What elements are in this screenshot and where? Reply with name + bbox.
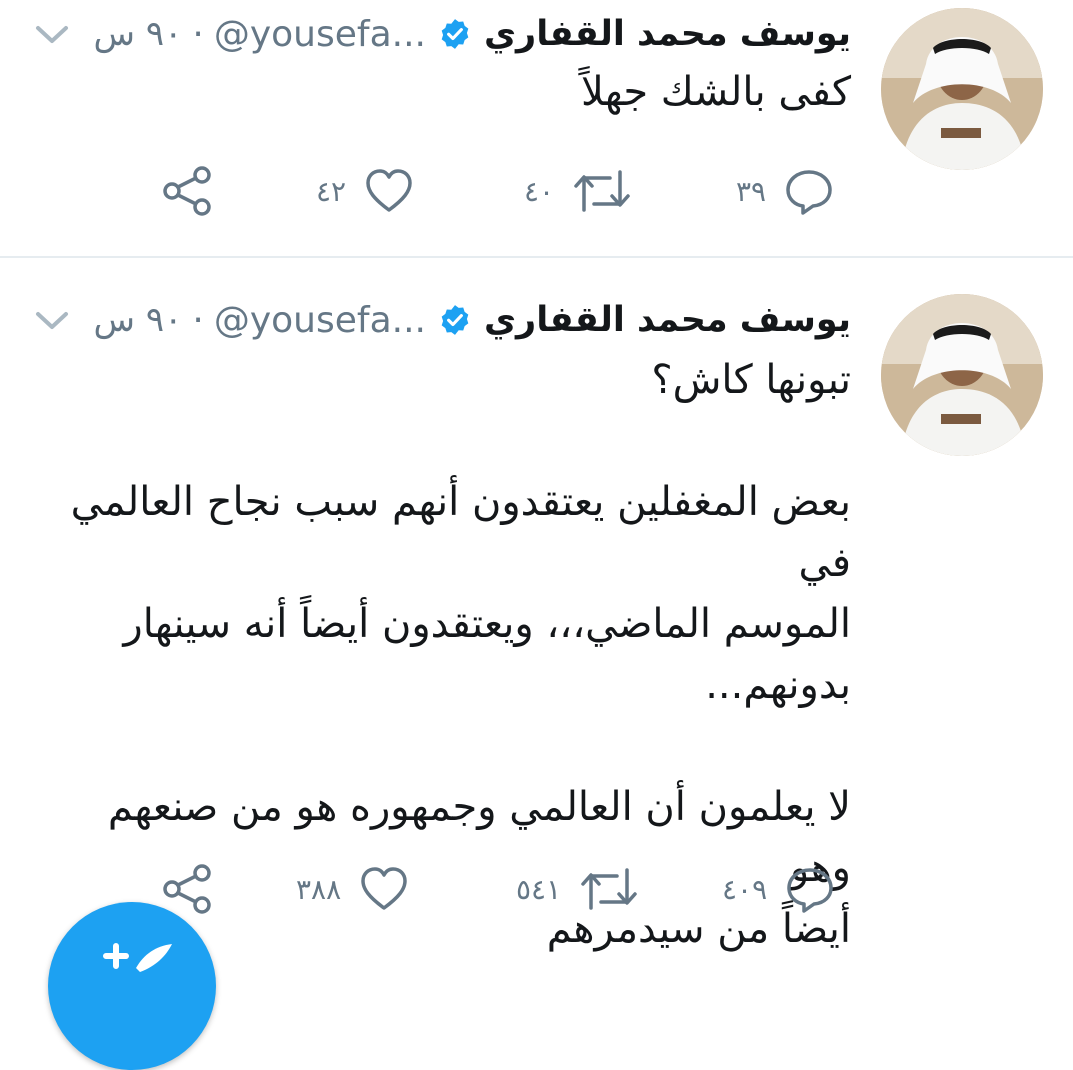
separator-dot: ·: [192, 13, 204, 55]
chevron-down-icon[interactable]: [34, 22, 70, 46]
tweet-text-line: بدونهم...: [705, 662, 851, 708]
tweet-time[interactable]: ٩٠ س: [94, 300, 183, 340]
tweet-text-line: كفى بالشك جهلاً: [581, 69, 851, 115]
reply-icon: [787, 868, 833, 913]
avatar-photo: [881, 294, 1043, 456]
compose-tweet-button[interactable]: [48, 902, 216, 1070]
tweet-actions: ٣٩ ٤٠ ٤٢: [0, 166, 1073, 226]
tweet-text-line: الموسم الماضي،،، ويعتقدون أيضاً أنه سينه…: [123, 601, 851, 647]
tweet[interactable]: يوسف محمد القفاري @yousefa... · ٩٠ س كفى…: [0, 0, 1073, 258]
author-handle[interactable]: @yousefa...: [214, 14, 426, 55]
reply-icon: [786, 170, 832, 215]
compose-tweet-icon: [103, 943, 172, 972]
tweet-text-line: بعض المغفلين يعتقدون أنهم سبب نجاح العال…: [70, 479, 851, 586]
retweet-count: ٥٤١: [516, 872, 562, 906]
chevron-down-icon[interactable]: [34, 308, 70, 332]
tweet[interactable]: يوسف محمد القفاري @yousefa... · ٩٠ س تبو…: [0, 258, 1073, 961]
avatar[interactable]: [881, 8, 1043, 170]
reply-button[interactable]: ٣٩: [736, 166, 834, 216]
author-name[interactable]: يوسف محمد القفاري: [484, 14, 851, 54]
retweet-button[interactable]: ٥٤١: [516, 864, 639, 914]
reply-button[interactable]: ٤٠٩: [722, 864, 835, 914]
tweet-time[interactable]: ٩٠ س: [94, 14, 183, 54]
author-handle[interactable]: @yousefa...: [214, 300, 426, 341]
retweet-icon: [574, 170, 630, 212]
tweet-text: كفى بالشك جهلاً: [41, 62, 851, 123]
retweet-icon: [581, 868, 637, 910]
separator-dot: ·: [192, 299, 204, 341]
like-button[interactable]: ٣٨٨: [296, 864, 409, 914]
share-icon: [163, 166, 211, 216]
share-icon: [163, 864, 211, 914]
tweet-text-line: تبونها كاش؟: [651, 357, 851, 403]
reply-count: ٤٠٩: [722, 872, 768, 906]
verified-badge-icon: [441, 305, 469, 335]
retweet-count: ٤٠: [524, 174, 555, 208]
share-button[interactable]: [162, 864, 214, 914]
tweet-header: يوسف محمد القفاري @yousefa... · ٩٠ س: [94, 290, 851, 350]
verified-badge-icon: [441, 19, 469, 49]
like-count: ٣٨٨: [296, 872, 342, 906]
avatar-photo: [881, 8, 1043, 170]
author-name[interactable]: يوسف محمد القفاري: [484, 300, 851, 340]
like-count: ٤٢: [316, 174, 347, 208]
retweet-button[interactable]: ٤٠: [524, 166, 632, 216]
share-button[interactable]: [162, 166, 214, 216]
avatar[interactable]: [881, 294, 1043, 456]
reply-count: ٣٩: [736, 174, 767, 208]
heart-icon: [361, 867, 407, 910]
tweet-header: يوسف محمد القفاري @yousefa... · ٩٠ س: [94, 4, 851, 64]
like-button[interactable]: ٤٢: [316, 166, 414, 216]
heart-icon: [366, 169, 412, 212]
